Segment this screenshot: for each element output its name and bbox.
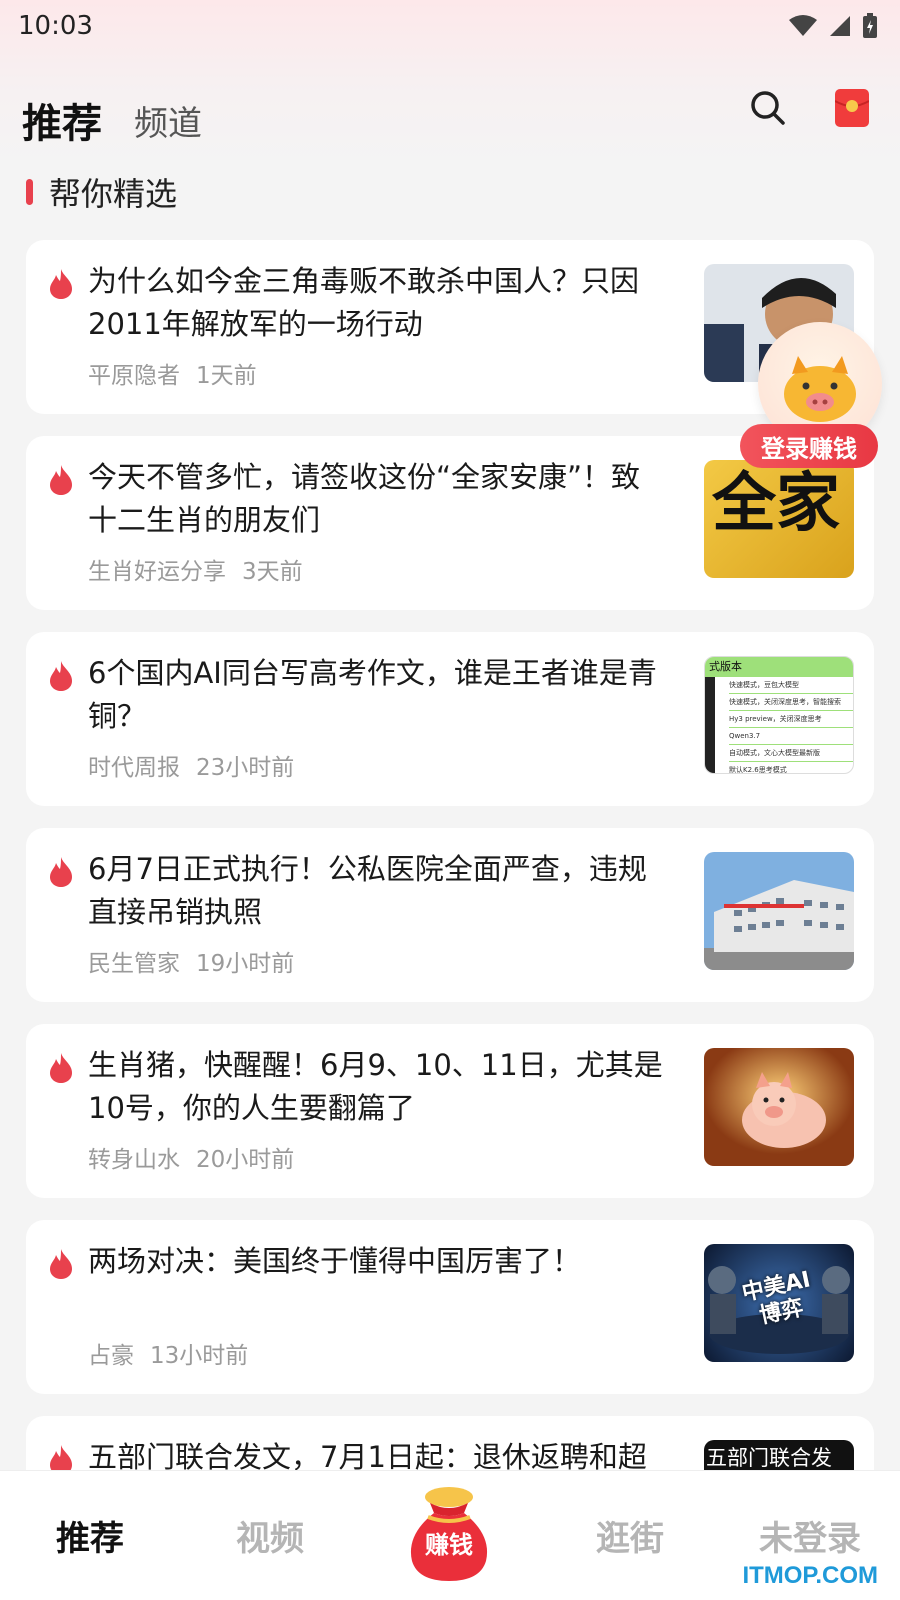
tab-channel[interactable]: 频道: [134, 96, 202, 145]
hot-flame-icon: [50, 465, 72, 495]
news-title: 为什么如今金三角毒贩不敢杀中国人？只因2011年解放军的一场行动: [88, 264, 640, 341]
news-meta: 平原隐者 1天前: [88, 356, 257, 390]
tab-recommend[interactable]: 推荐: [18, 91, 102, 149]
hot-flame-icon: [50, 269, 72, 299]
news-meta: 转身山水 20小时前: [88, 1140, 294, 1174]
hot-flame-icon: [50, 1053, 72, 1083]
nav-recommend[interactable]: 推荐: [0, 1511, 180, 1560]
search-icon: [751, 91, 785, 125]
news-thumbnail: 式版本 快速模式，豆包大模型 快速模式，关闭深度思考，智能搜索 Hy3 prev…: [704, 656, 854, 774]
nav-shop[interactable]: 逛街: [540, 1511, 720, 1560]
news-card[interactable]: 6月7日正式执行！公私医院全面严查，违规直接吊销执照 民生管家 19小时前: [26, 828, 874, 1002]
search-button[interactable]: [748, 88, 788, 128]
news-author: 时代周报: [88, 755, 180, 781]
news-thumbnail: [704, 852, 854, 970]
news-time: 13小时前: [150, 1343, 249, 1369]
news-author: 平原隐者: [88, 363, 180, 389]
nav-earn-label: 赚钱: [425, 1530, 473, 1559]
news-author: 占豪: [88, 1343, 134, 1369]
thumb-table-header: 式版本: [705, 657, 853, 677]
news-card[interactable]: 为什么如今金三角毒贩不敢杀中国人？只因2011年解放军的一场行动 平原隐者 1天前: [26, 240, 874, 414]
news-meta: 民生管家 19小时前: [88, 944, 294, 978]
hot-flame-icon: [50, 1249, 72, 1279]
news-title: 今天不管多忙，请签收这份“全家安康”！致十二生肖的朋友们: [88, 460, 641, 537]
news-title: 两场对决：美国终于懂得中国厉害了！: [88, 1244, 582, 1278]
news-title: 生肖猪，快醒醒！6月9、10、11日，尤其是10号，你的人生要翻篇了: [88, 1048, 663, 1125]
header: 推荐 频道: [0, 80, 900, 160]
news-author: 民生管家: [88, 951, 180, 977]
news-author: 转身山水: [88, 1147, 180, 1173]
status-time: 10:03: [18, 11, 93, 41]
login-earn-promo[interactable]: 登录赚钱: [740, 322, 890, 472]
red-packet-button[interactable]: [832, 88, 872, 128]
news-time: 19小时前: [196, 951, 295, 977]
news-card[interactable]: 生肖猪，快醒醒！6月9、10、11日，尤其是10号，你的人生要翻篇了 转身山水 2…: [26, 1024, 874, 1198]
news-title: 6个国内AI同台写高考作文，谁是王者谁是青铜？: [88, 656, 657, 733]
news-time: 23小时前: [196, 755, 295, 781]
status-bar: 10:03: [0, 0, 900, 52]
nav-earn[interactable]: 赚钱: [360, 1471, 540, 1600]
section-accent-bar: [26, 179, 33, 205]
battery-icon: [863, 13, 877, 38]
news-meta: 时代周报 23小时前: [88, 748, 294, 782]
news-card[interactable]: 两场对决：美国终于懂得中国厉害了！ 占豪 13小时前 中美AI博弈: [26, 1220, 874, 1394]
news-title: 6月7日正式执行！公私医院全面严查，违规直接吊销执照: [88, 852, 647, 929]
news-meta: 生肖好运分享 3天前: [88, 552, 303, 586]
news-thumbnail: [704, 1048, 854, 1166]
signal-icon: [830, 16, 850, 36]
news-time: 3天前: [242, 559, 303, 585]
section-title: 帮你精选: [49, 175, 178, 213]
news-thumbnail: 中美AI博弈: [704, 1244, 854, 1362]
hot-flame-icon: [50, 857, 72, 887]
thumb-table: 快速模式，豆包大模型 快速模式，关闭深度思考，智能搜索 Hy3 preview，…: [705, 677, 853, 773]
thumb-text: 五部门联合发: [706, 1446, 832, 1470]
promo-label: 登录赚钱: [740, 424, 878, 468]
news-meta: 占豪 13小时前: [88, 1336, 248, 1370]
news-author: 生肖好运分享: [88, 559, 226, 585]
news-thumbnail: 全家: [704, 460, 854, 578]
wifi-icon: [789, 15, 817, 36]
status-icons: [788, 13, 878, 39]
thumb-text: 全家: [712, 466, 840, 541]
news-time: 20小时前: [196, 1147, 295, 1173]
red-packet-icon: [835, 89, 869, 127]
section-header: 帮你精选: [26, 172, 178, 213]
news-card[interactable]: 6个国内AI同台写高考作文，谁是王者谁是青铜？ 时代周报 23小时前 式版本 快速…: [26, 632, 874, 806]
header-actions: [748, 88, 872, 128]
news-time: 1天前: [196, 363, 257, 389]
nav-video[interactable]: 视频: [180, 1511, 360, 1560]
watermark: ITMOP.COM: [742, 1562, 878, 1589]
nav-account[interactable]: 未登录: [720, 1511, 900, 1560]
hot-flame-icon: [50, 661, 72, 691]
